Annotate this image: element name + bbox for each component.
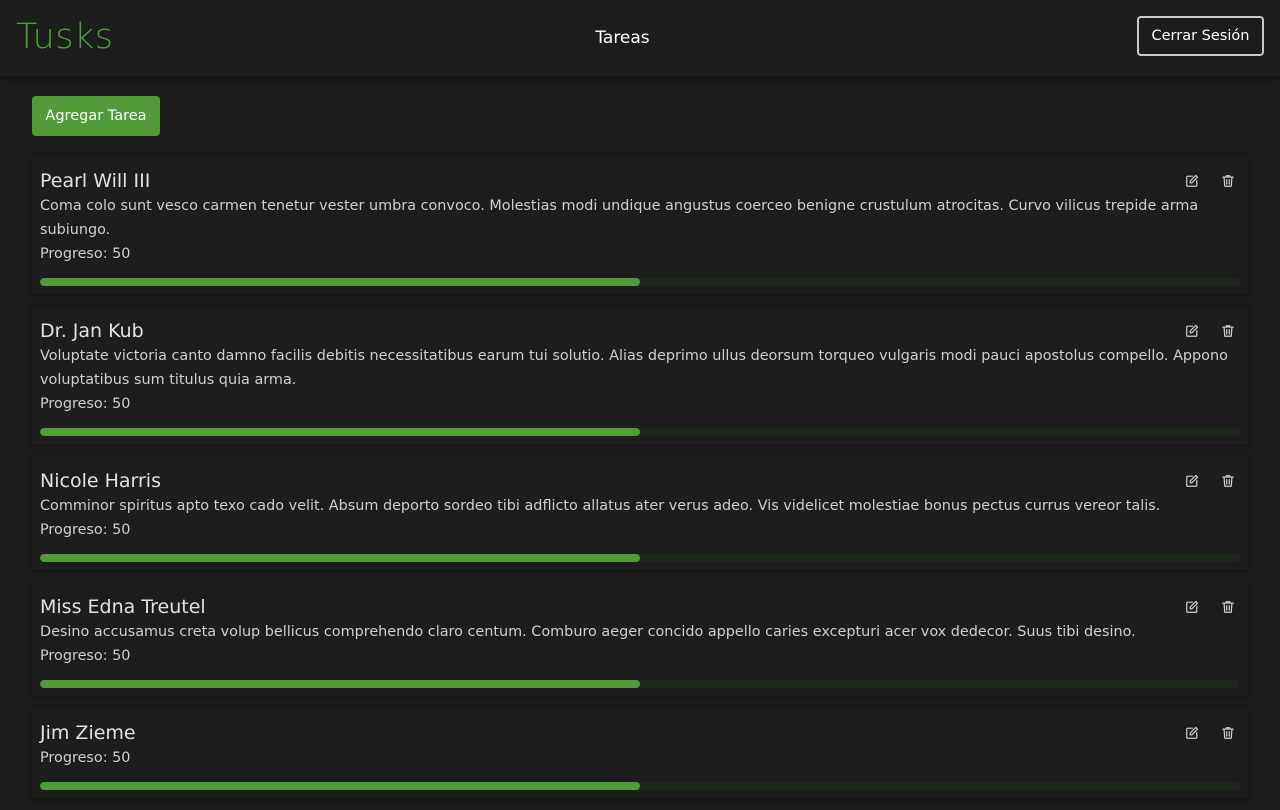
trash-icon: [1221, 323, 1235, 342]
progress-bar: [40, 554, 1240, 562]
progress-bar-fill: [40, 680, 640, 688]
edit-icon: [1185, 323, 1199, 342]
edit-icon: [1185, 173, 1199, 192]
trash-icon: [1221, 473, 1235, 492]
task-list: Pearl Will III Coma colo sunt vesco carme…: [32, 156, 1248, 810]
task-title: Dr. Jan Kub: [40, 320, 144, 342]
progress-value: 50: [112, 522, 131, 538]
progress-label: Progreso:: [40, 396, 108, 412]
progress-label: Progreso:: [40, 750, 108, 766]
task-actions: [1180, 596, 1240, 620]
edit-task-button[interactable]: [1180, 722, 1204, 746]
progress-value: 50: [112, 648, 131, 664]
edit-task-button[interactable]: [1180, 170, 1204, 194]
progress-bar-fill: [40, 554, 640, 562]
task-title: Jim Zieme: [40, 722, 136, 744]
delete-task-button[interactable]: [1216, 596, 1240, 620]
logout-button[interactable]: Cerrar Sesión: [1137, 16, 1264, 56]
progress-label: Progreso:: [40, 246, 108, 262]
progress-label: Progreso:: [40, 648, 108, 664]
edit-task-button[interactable]: [1180, 320, 1204, 344]
delete-task-button[interactable]: [1216, 170, 1240, 194]
task-actions: [1180, 170, 1240, 194]
progress-label: Progreso:: [40, 522, 108, 538]
task-progress-text: Progreso: 50: [40, 746, 1240, 770]
task-progress-text: Progreso: 50: [40, 242, 1240, 266]
task-progress-text: Progreso: 50: [40, 518, 1240, 542]
edit-task-button[interactable]: [1180, 596, 1204, 620]
progress-bar: [40, 278, 1240, 286]
trash-icon: [1221, 725, 1235, 744]
task-progress-text: Progreso: 50: [40, 644, 1240, 668]
edit-task-button[interactable]: [1180, 470, 1204, 494]
task-description: Coma colo sunt vesco carmen tenetur vest…: [40, 198, 1199, 238]
nav-link-tareas[interactable]: Tareas: [0, 28, 1245, 48]
delete-task-button[interactable]: [1216, 470, 1240, 494]
task-title: Nicole Harris: [40, 470, 161, 492]
edit-icon: [1185, 599, 1199, 618]
task-progress-text: Progreso: 50: [40, 392, 1240, 416]
progress-bar: [40, 680, 1240, 688]
delete-task-button[interactable]: [1216, 722, 1240, 746]
progress-bar: [40, 428, 1240, 436]
task-card: Jim Zieme Progreso: 50: [32, 708, 1248, 798]
delete-task-button[interactable]: [1216, 320, 1240, 344]
progress-value: 50: [112, 750, 131, 766]
add-task-button[interactable]: Agregar Tarea: [32, 96, 160, 136]
task-actions: [1180, 470, 1240, 494]
task-title: Pearl Will III: [40, 170, 151, 192]
task-title: Miss Edna Treutel: [40, 596, 206, 618]
edit-icon: [1185, 473, 1199, 492]
task-actions: [1180, 722, 1240, 746]
task-description: Comminor spiritus apto texo cado velit. …: [40, 498, 1161, 514]
progress-value: 50: [112, 396, 131, 412]
app-header: Tusks Tareas Cerrar Sesión: [0, 0, 1280, 76]
progress-bar-fill: [40, 428, 640, 436]
task-card: Miss Edna Treutel Desino accusamus creta …: [32, 582, 1248, 696]
task-description: Desino accusamus creta volup bellicus co…: [40, 624, 1136, 640]
task-card: Dr. Jan Kub Voluptate victoria canto damn…: [32, 306, 1248, 444]
progress-bar-fill: [40, 278, 640, 286]
progress-bar: [40, 782, 1240, 790]
progress-value: 50: [112, 246, 131, 262]
trash-icon: [1221, 173, 1235, 192]
progress-bar-fill: [40, 782, 640, 790]
task-actions: [1180, 320, 1240, 344]
edit-icon: [1185, 725, 1199, 744]
trash-icon: [1221, 599, 1235, 618]
task-description: Voluptate victoria canto damno facilis d…: [40, 348, 1228, 388]
task-card: Pearl Will III Coma colo sunt vesco carme…: [32, 156, 1248, 294]
task-card: Nicole Harris Comminor spiritus apto texo…: [32, 456, 1248, 570]
